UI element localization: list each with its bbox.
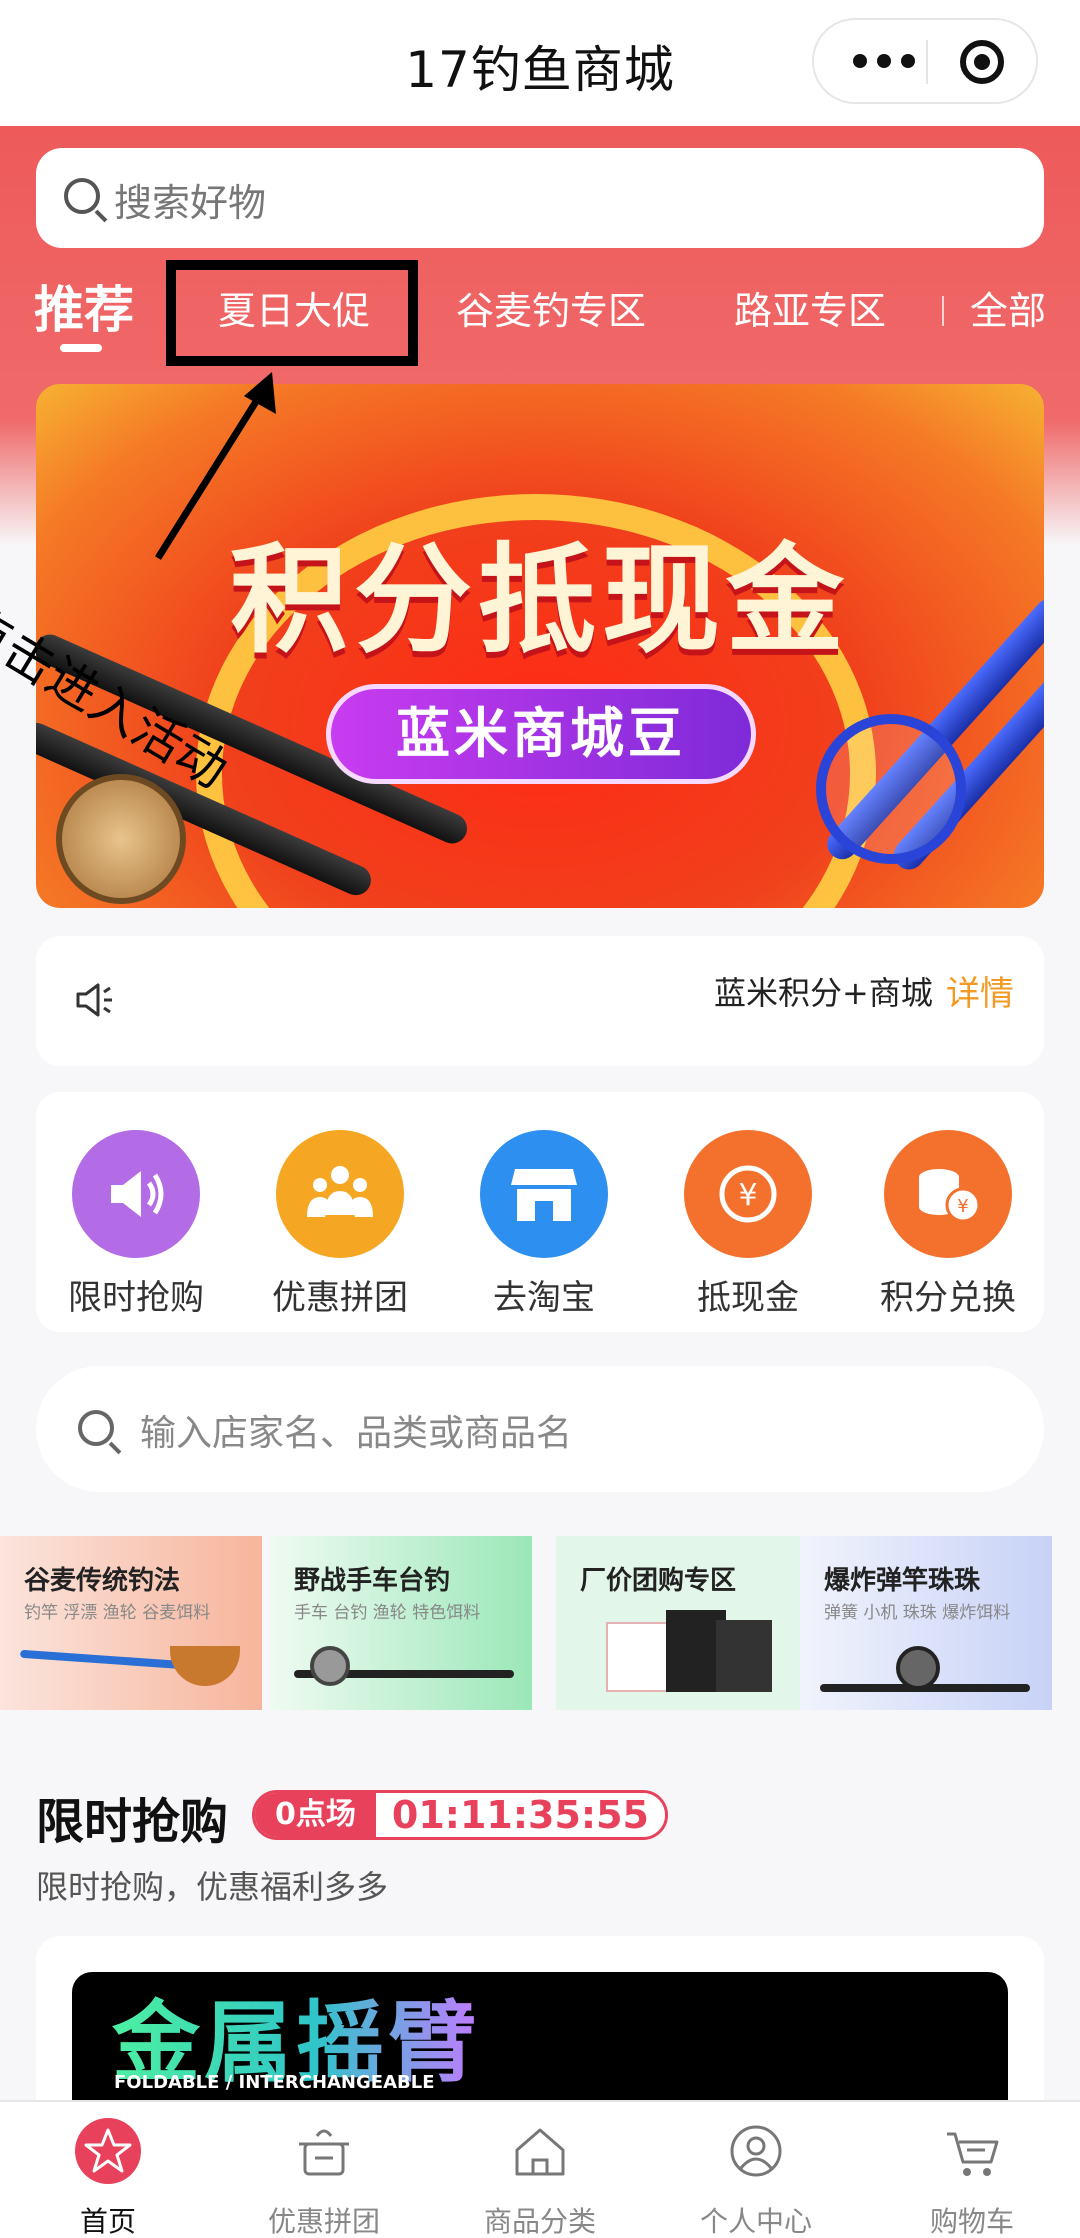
- quick-link-label: 限时抢购: [68, 1278, 204, 1318]
- category-title: 谷麦传统钓法: [24, 1566, 181, 1596]
- category-card-field-fishing[interactable]: 野战手车台钓 手车 台钓 渔轮 特色饵料: [270, 1536, 532, 1710]
- category-subtitle: 弹簧 小机 珠珠 爆炸饵料: [824, 1603, 1011, 1623]
- fishing-reel-image: [56, 774, 186, 904]
- tab-all[interactable]: 全部: [970, 280, 1046, 335]
- tabbar-categories[interactable]: 商品分类: [460, 2116, 620, 2238]
- quick-link-label: 优惠拼团: [272, 1278, 408, 1318]
- tabbar-label: 购物车: [929, 2205, 1014, 2238]
- house-icon: [515, 2128, 565, 2176]
- cart-icon: [947, 2132, 999, 2176]
- bait-bowl-image: [170, 1646, 240, 1686]
- home-star-icon: [75, 2118, 141, 2184]
- flash-sale-title: 限时抢购: [36, 1794, 229, 1850]
- tab-gumai-zone[interactable]: 谷麦钓专区: [456, 280, 646, 335]
- shop-search-placeholder: 输入店家名、品类或商品名: [140, 1413, 573, 1454]
- notice-detail-link[interactable]: 详情: [946, 966, 1014, 1015]
- fishing-reel-image: [310, 1646, 350, 1686]
- tab-divider: [942, 296, 944, 326]
- svg-text:¥: ¥: [957, 1196, 968, 1217]
- shop-icon: [480, 1130, 608, 1258]
- category-title: 厂价团购专区: [580, 1566, 737, 1596]
- category-card-gumai[interactable]: 谷麦传统钓法 钓竿 浮漂 渔轮 谷麦饵料: [0, 1536, 262, 1710]
- more-menu-button[interactable]: [842, 20, 926, 102]
- quick-link-label: 去淘宝: [493, 1278, 595, 1318]
- yen-coin-icon: ¥: [684, 1130, 812, 1258]
- coins-icon: ¥: [884, 1130, 1012, 1258]
- search-icon: [64, 178, 100, 214]
- tabbar-home[interactable]: 首页: [28, 2116, 188, 2238]
- flash-sale-timer: 0点场 01:11:35:55: [252, 1790, 668, 1840]
- category-subtitle: 手车 台钓 渔轮 特色饵料: [294, 1603, 481, 1623]
- fishing-reel-image: [896, 1646, 940, 1690]
- top-nav-bar: 17钓鱼商城: [0, 0, 1080, 126]
- capsule-divider: [926, 40, 928, 84]
- tab-recommend[interactable]: 推荐: [34, 270, 134, 342]
- speaker-icon: [72, 1130, 200, 1258]
- tabbar-label: 优惠拼团: [267, 2205, 380, 2238]
- flash-sale-session: 0点场: [255, 1793, 376, 1837]
- quick-link-label: 积分兑换: [880, 1278, 1016, 1318]
- search-placeholder: 搜索好物: [114, 181, 267, 225]
- quick-link-flash-sale[interactable]: 限时抢购: [36, 1130, 236, 1319]
- category-card-spring-rod[interactable]: 爆炸弹竿珠珠 弹簧 小机 珠珠 爆炸饵料: [800, 1536, 1052, 1710]
- miniprogram-capsule: [812, 18, 1038, 104]
- product-box-image: [716, 1620, 772, 1692]
- active-tab-indicator: [60, 344, 102, 352]
- tabbar-profile[interactable]: 个人中心: [676, 2116, 836, 2238]
- tabbar-label: 首页: [79, 2205, 136, 2238]
- promo-banner[interactable]: 积分抵现金 蓝米商城豆: [36, 384, 1044, 908]
- tabbar-label: 个人中心: [699, 2205, 812, 2238]
- bottom-tab-bar: 首页 优惠拼团 商品分类 个人中心 购物车: [0, 2100, 1080, 2238]
- category-title: 野战手车台钓: [294, 1566, 451, 1596]
- tabbar-group-buy[interactable]: 优惠拼团: [244, 2116, 404, 2238]
- product-tagline: FOLDABLE / INTERCHANGEABLE: [114, 2072, 435, 2093]
- banner-headline: 积分抵现金: [229, 531, 850, 669]
- notice-bar[interactable]: 蓝米积分+商城 详情: [36, 936, 1044, 1066]
- quick-link-cash-deduct[interactable]: ¥ 抵现金: [648, 1130, 848, 1319]
- search-bar[interactable]: 搜索好物: [36, 148, 1044, 248]
- flash-sale-countdown: 01:11:35:55: [375, 1793, 665, 1837]
- search-icon: [78, 1410, 114, 1446]
- quick-links-panel: 限时抢购 优惠拼团 去淘宝 ¥ 抵现金 ¥ 积分兑换: [36, 1092, 1044, 1332]
- quick-link-label: 抵现金: [697, 1278, 799, 1318]
- quick-link-points-exchange[interactable]: ¥ 积分兑换: [848, 1130, 1048, 1319]
- tab-lure-zone[interactable]: 路亚专区: [734, 280, 886, 335]
- category-title: 爆炸弹竿珠珠: [824, 1566, 981, 1596]
- shop-search-input[interactable]: 输入店家名、品类或商品名: [36, 1366, 1044, 1492]
- category-card-group-buy[interactable]: 厂价团购专区: [556, 1536, 818, 1710]
- banner-subtitle: 蓝米商城豆: [326, 684, 756, 784]
- notice-text: 蓝米积分+商城: [714, 974, 933, 1012]
- fishing-reel-image: [816, 714, 966, 864]
- quick-link-taobao[interactable]: 去淘宝: [444, 1130, 644, 1319]
- category-tabs: 推荐 夏日大促 谷麦钓专区 路亚专区 全部: [0, 260, 1080, 370]
- close-miniprogram-icon[interactable]: [960, 40, 1004, 84]
- svg-text:¥: ¥: [738, 1178, 757, 1213]
- speaker-icon: [76, 983, 112, 1017]
- flash-sale-subtitle: 限时抢购，优惠福利多多: [36, 1868, 389, 1906]
- quick-link-group-buy[interactable]: 优惠拼团: [240, 1130, 440, 1319]
- annotation-highlight-box: [166, 260, 418, 366]
- tabbar-cart[interactable]: 购物车: [892, 2116, 1052, 2238]
- tabbar-label: 商品分类: [483, 2205, 596, 2238]
- gift-pot-icon: [299, 2129, 349, 2176]
- user-icon: [730, 2125, 782, 2177]
- group-icon: [276, 1130, 404, 1258]
- category-subtitle: 钓竿 浮漂 渔轮 谷麦饵料: [24, 1603, 211, 1623]
